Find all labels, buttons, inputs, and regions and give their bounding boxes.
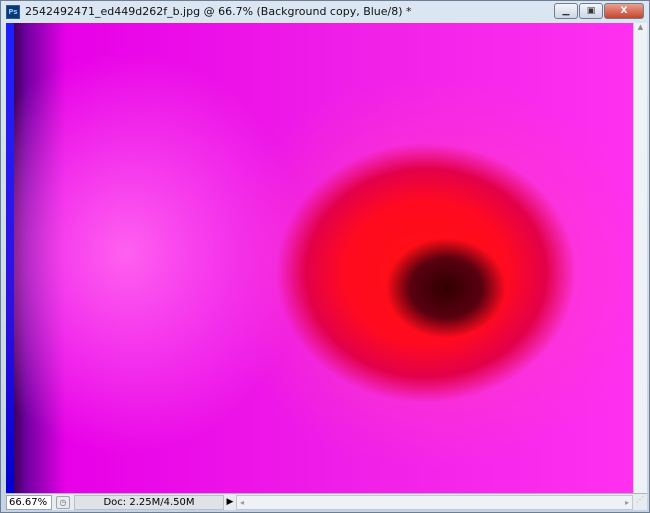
title-bar[interactable]: Ps 2542492471_ed449d262f_b.jpg @ 66.7% (… — [1, 1, 649, 22]
vertical-scrollbar[interactable]: ▲ — [633, 23, 647, 493]
image-canvas[interactable] — [6, 23, 633, 493]
close-button[interactable]: X — [604, 3, 644, 19]
scroll-up-icon[interactable]: ▲ — [634, 23, 647, 31]
maximize-button[interactable]: ▣ — [579, 3, 603, 19]
document-window: Ps 2542492471_ed449d262f_b.jpg @ 66.7% (… — [0, 0, 650, 513]
status-bar: 66.67% ◷ Doc: 2.25M/4.50M ▶ ◂ ▸ ⋰ — [6, 493, 647, 510]
clock-icon[interactable]: ◷ — [56, 495, 70, 509]
status-menu-arrow-icon[interactable]: ▶ — [224, 497, 236, 507]
scroll-left-icon[interactable]: ◂ — [240, 498, 244, 507]
minimize-button[interactable]: ▁ — [554, 3, 578, 19]
horizontal-scrollbar[interactable]: ◂ ▸ — [236, 494, 633, 510]
doc-size-info: Doc: 2.25M/4.50M — [74, 494, 224, 510]
zoom-level-input[interactable]: 66.67% — [6, 494, 52, 510]
photoshop-icon: Ps — [6, 4, 20, 19]
image-edge — [6, 23, 14, 493]
window-title: 2542492471_ed449d262f_b.jpg @ 66.7% (Bac… — [25, 5, 412, 18]
resize-grip-icon[interactable]: ⋰ — [633, 495, 647, 510]
scroll-right-icon[interactable]: ▸ — [625, 498, 629, 507]
